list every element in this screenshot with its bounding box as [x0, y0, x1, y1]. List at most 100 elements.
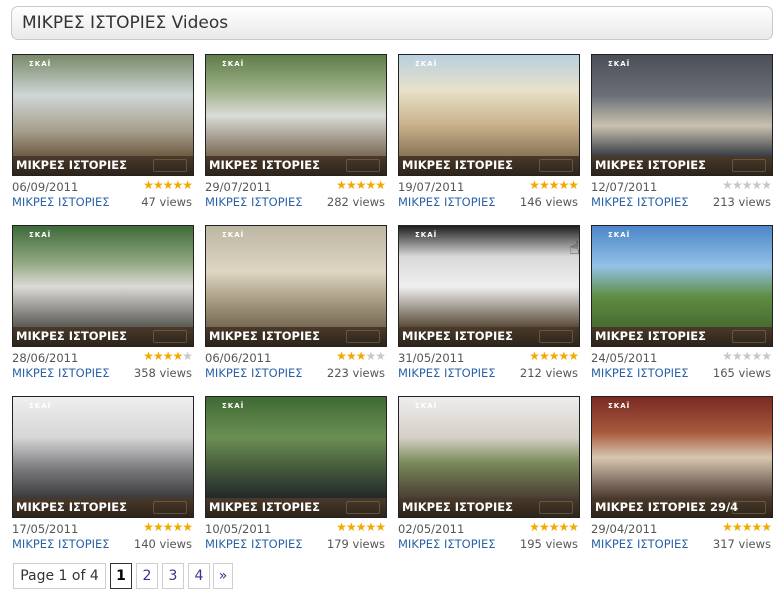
channel-link[interactable]: ΜΙΚΡΕΣ ΙΣΤΟΡΙΕΣ: [12, 366, 110, 380]
star-filled-icon: ★: [162, 349, 174, 363]
channel-logo: ΣΚΑΪ: [29, 60, 52, 68]
caption-logo-icon: [346, 330, 380, 343]
video-date: 31/05/2011: [398, 351, 465, 365]
channel-link[interactable]: ΜΙΚΡΕΣ ΙΣΤΟΡΙΕΣ: [591, 195, 689, 209]
channel-link[interactable]: ΜΙΚΡΕΣ ΙΣΤΟΡΙΕΣ: [205, 366, 303, 380]
star-rating[interactable]: ★★★★★: [143, 520, 193, 534]
video-thumbnail[interactable]: ΣΚΑΪ ΜΙΚΡΕΣ ΙΣΤΟΡΙΕΣ: [12, 54, 194, 176]
star-rating[interactable]: ★★★★★: [143, 178, 193, 192]
thumbnail-image: [206, 226, 386, 327]
channel-link[interactable]: ΜΙΚΡΕΣ ΙΣΤΟΡΙΕΣ: [398, 366, 496, 380]
view-count: 223 views: [326, 366, 385, 380]
star-rating[interactable]: ★★★★★: [336, 349, 386, 363]
video-date: 12/07/2011: [591, 180, 658, 194]
thumbnail-image: [399, 226, 579, 327]
star-rating[interactable]: ★★★★★: [529, 520, 579, 534]
thumbnail-image: [13, 226, 193, 327]
star-filled-icon: ★: [558, 349, 569, 363]
star-filled-icon: ★: [558, 520, 569, 534]
star-rating[interactable]: ★★★★★: [529, 178, 579, 192]
channel-link[interactable]: ΜΙΚΡΕΣ ΙΣΤΟΡΙΕΣ: [398, 195, 496, 209]
page-link-3[interactable]: 3: [162, 563, 184, 589]
video-thumbnail[interactable]: ΣΚΑΪ ΜΙΚΡΕΣ ΙΣΤΟΡΙΕΣ: [591, 225, 773, 347]
channel-logo: ΣΚΑΪ: [415, 60, 438, 68]
star-filled-icon: ★: [355, 349, 367, 363]
channel-link[interactable]: ΜΙΚΡΕΣ ΙΣΤΟΡΙΕΣ: [205, 195, 303, 209]
page-link-4[interactable]: 4: [188, 563, 210, 589]
video-card: ΣΚΑΪ ΜΙΚΡΕΣ ΙΣΤΟΡΙΕΣ 19/07/2011 ★★★★★ ΜΙ…: [398, 54, 580, 212]
video-card: ΣΚΑΪ ΜΙΚΡΕΣ ΙΣΤΟΡΙΕΣ 29/07/2011 ★★★★★ ΜΙ…: [205, 54, 387, 212]
channel-link[interactable]: ΜΙΚΡΕΣ ΙΣΤΟΡΙΕΣ: [398, 537, 496, 551]
star-filled-icon: ★: [538, 349, 550, 363]
star-rating[interactable]: ★★★★★: [336, 520, 386, 534]
channel-logo: ΣΚΑΪ: [222, 231, 245, 239]
star-rating[interactable]: ★★★★★: [722, 520, 772, 534]
video-card: ΣΚΑΪ ΜΙΚΡΕΣ ΙΣΤΟΡΙΕΣ 17/05/2011 ★★★★★ ΜΙ…: [12, 396, 194, 554]
channel-link[interactable]: ΜΙΚΡΕΣ ΙΣΤΟΡΙΕΣ: [205, 537, 303, 551]
star-filled-icon: ★: [355, 178, 367, 192]
video-thumbnail[interactable]: ΣΚΑΪ ΜΙΚΡΕΣ ΙΣΤΟΡΙΕΣ 29/4: [591, 396, 773, 518]
next-page-button[interactable]: »: [213, 563, 233, 589]
star-filled-icon: ★: [172, 520, 183, 534]
star-filled-icon: ★: [152, 349, 164, 363]
channel-link[interactable]: ΜΙΚΡΕΣ ΙΣΤΟΡΙΕΣ: [591, 366, 689, 380]
thumbnail-image: [13, 55, 193, 156]
video-thumbnail[interactable]: ΣΚΑΪ ΜΙΚΡΕΣ ΙΣΤΟΡΙΕΣ: [398, 54, 580, 176]
star-filled-icon: ★: [152, 520, 164, 534]
channel-link[interactable]: ΜΙΚΡΕΣ ΙΣΤΟΡΙΕΣ: [12, 195, 110, 209]
view-count: 212 views: [519, 366, 578, 380]
star-filled-icon: ★: [336, 520, 347, 534]
video-thumbnail[interactable]: ΣΚΑΪ ΜΙΚΡΕΣ ΙΣΤΟΡΙΕΣ: [591, 54, 773, 176]
video-thumbnail[interactable]: ΣΚΑΪ ΜΙΚΡΕΣ ΙΣΤΟΡΙΕΣ: [205, 396, 387, 518]
view-count: 179 views: [326, 537, 385, 551]
video-thumbnail[interactable]: ΣΚΑΪ ΜΙΚΡΕΣ ΙΣΤΟΡΙΕΣ: [205, 225, 387, 347]
star-filled-icon: ★: [558, 178, 569, 192]
video-thumbnail[interactable]: ΣΚΑΪ ΜΙΚΡΕΣ ΙΣΤΟΡΙΕΣ: [398, 396, 580, 518]
star-filled-icon: ★: [345, 349, 357, 363]
caption-logo-icon: [346, 501, 380, 514]
thumbnail-image: [206, 55, 386, 156]
channel-link[interactable]: ΜΙΚΡΕΣ ΙΣΤΟΡΙΕΣ: [12, 537, 110, 551]
star-rating[interactable]: ★★★★★: [722, 349, 772, 363]
star-filled-icon: ★: [751, 520, 762, 534]
view-count: 165 views: [712, 366, 771, 380]
star-rating[interactable]: ★★★★★: [336, 178, 386, 192]
star-rating[interactable]: ★★★★★: [143, 349, 193, 363]
star-empty-icon: ★: [722, 178, 733, 192]
channel-logo: ΣΚΑΪ: [29, 231, 52, 239]
star-filled-icon: ★: [345, 178, 357, 192]
star-filled-icon: ★: [568, 178, 579, 192]
star-rating[interactable]: ★★★★★: [722, 178, 772, 192]
star-filled-icon: ★: [548, 520, 560, 534]
star-filled-icon: ★: [172, 178, 183, 192]
caption-logo-icon: [732, 159, 766, 172]
channel-link[interactable]: ΜΙΚΡΕΣ ΙΣΤΟΡΙΕΣ: [591, 537, 689, 551]
page-current: 1: [110, 563, 132, 589]
star-empty-icon: ★: [722, 349, 733, 363]
star-filled-icon: ★: [529, 520, 540, 534]
star-filled-icon: ★: [548, 178, 560, 192]
star-filled-icon: ★: [355, 520, 367, 534]
video-thumbnail[interactable]: ΣΚΑΪ ΜΙΚΡΕΣ ΙΣΤΟΡΙΕΣ: [12, 225, 194, 347]
page-link-2[interactable]: 2: [136, 563, 158, 589]
star-empty-icon: ★: [731, 178, 743, 192]
star-filled-icon: ★: [336, 178, 347, 192]
star-filled-icon: ★: [731, 520, 743, 534]
star-filled-icon: ★: [529, 178, 540, 192]
video-thumbnail[interactable]: ΣΚΑΪ ΜΙΚΡΕΣ ΙΣΤΟΡΙΕΣ: [398, 225, 580, 347]
star-empty-icon: ★: [761, 178, 772, 192]
caption-logo-icon: [153, 330, 187, 343]
video-card: ΣΚΑΪ ΜΙΚΡΕΣ ΙΣΤΟΡΙΕΣ 10/05/2011 ★★★★★ ΜΙ…: [205, 396, 387, 554]
video-date: 29/04/2011: [591, 522, 658, 536]
star-filled-icon: ★: [741, 520, 753, 534]
video-card: ΣΚΑΪ ΜΙΚΡΕΣ ΙΣΤΟΡΙΕΣ 12/07/2011 ★★★★★ ΜΙ…: [591, 54, 773, 212]
caption-logo-icon: [153, 159, 187, 172]
video-date: 28/06/2011: [12, 351, 79, 365]
view-count: 282 views: [326, 195, 385, 209]
video-card: ΣΚΑΪ ΜΙΚΡΕΣ ΙΣΤΟΡΙΕΣ 02/05/2011 ★★★★★ ΜΙ…: [398, 396, 580, 554]
star-rating[interactable]: ★★★★★: [529, 349, 579, 363]
video-thumbnail[interactable]: ΣΚΑΪ ΜΙΚΡΕΣ ΙΣΤΟΡΙΕΣ: [12, 396, 194, 518]
star-filled-icon: ★: [365, 520, 376, 534]
video-thumbnail[interactable]: ΣΚΑΪ ΜΙΚΡΕΣ ΙΣΤΟΡΙΕΣ: [205, 54, 387, 176]
star-filled-icon: ★: [538, 178, 550, 192]
